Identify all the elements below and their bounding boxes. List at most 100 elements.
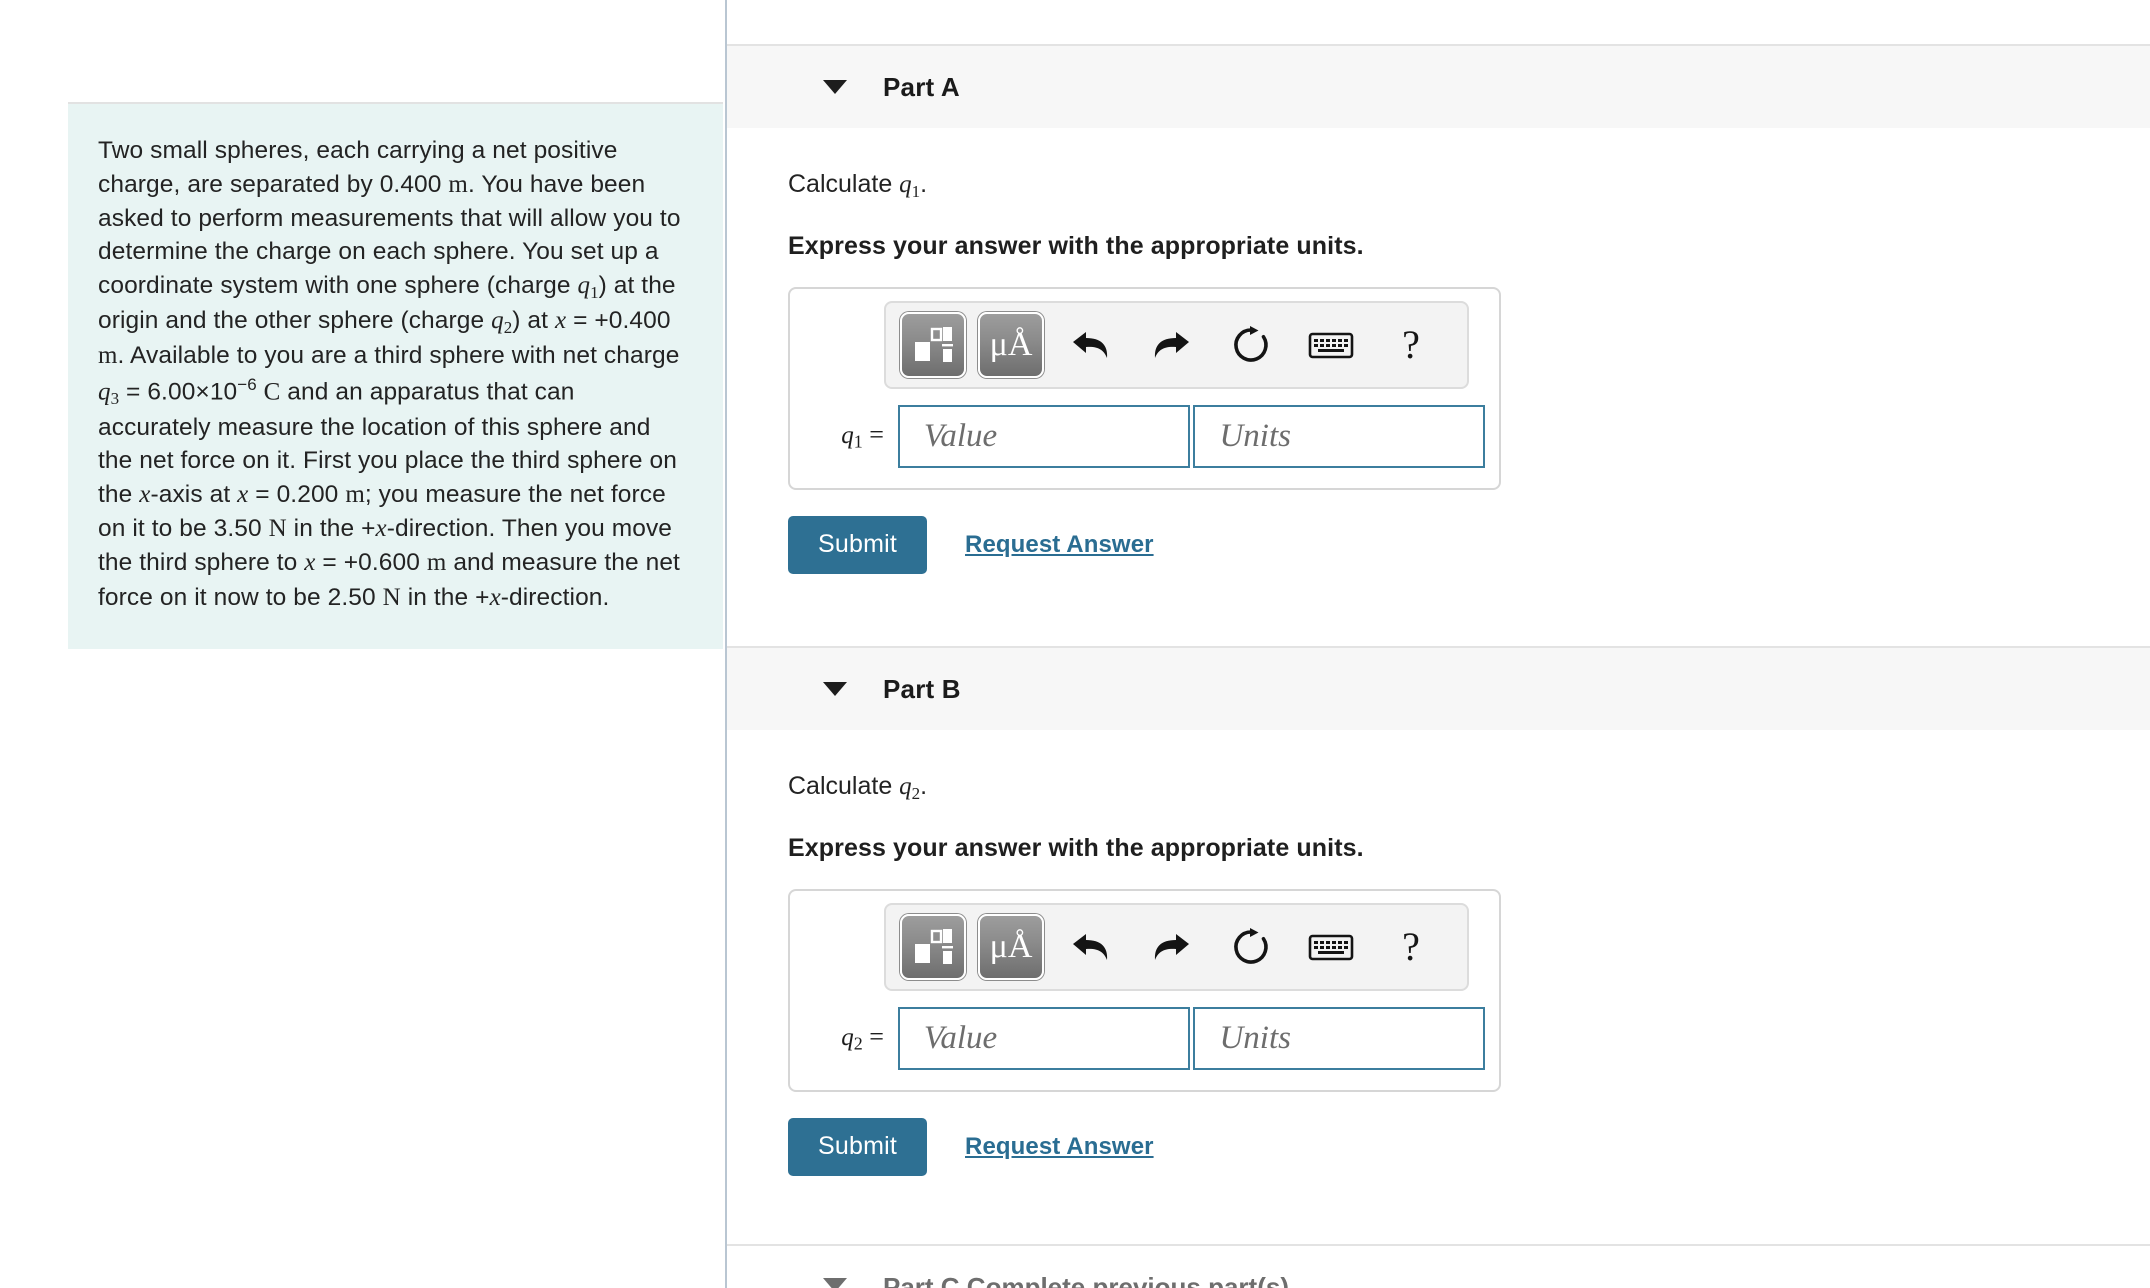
part-a-prompt-prefix: Calculate	[788, 170, 900, 198]
chevron-down-icon[interactable]	[823, 682, 847, 696]
undo-button[interactable]	[1056, 312, 1126, 378]
template-layout-icon	[915, 928, 953, 964]
problem-statement-card: Two small spheres, each carrying a net p…	[68, 102, 723, 649]
part-b-variable-label: q2 =	[822, 1022, 884, 1055]
help-question-mark-label: ?	[1402, 923, 1420, 969]
template-layout-button[interactable]	[900, 311, 966, 378]
parts-column: Part A Calculate q1. Express your answer…	[727, 0, 2150, 1288]
part-a-value-placeholder: Value	[923, 417, 998, 454]
part-a-units-input[interactable]: Units	[1193, 404, 1485, 468]
units-mu-angstrom-label: μÅ	[989, 927, 1033, 965]
chevron-down-icon[interactable]	[823, 80, 847, 94]
part-header-a[interactable]: Part A	[727, 44, 2150, 128]
problem-unit: N	[382, 583, 401, 611]
part-a-variable-label: q1 =	[822, 420, 884, 453]
part-title-c: Part C Complete previous part(s)	[883, 1272, 1289, 1288]
problem-variable: x	[304, 549, 316, 577]
chevron-down-icon[interactable]	[823, 1278, 847, 1288]
part-a-value-input[interactable]: Value	[897, 404, 1191, 468]
help-button[interactable]: ?	[1376, 914, 1446, 980]
units-mu-angstrom-button[interactable]: μÅ	[978, 311, 1044, 378]
part-b-request-answer-link[interactable]: Request Answer	[965, 1133, 1154, 1161]
help-button[interactable]: ?	[1376, 312, 1446, 378]
part-b-units-placeholder: Units	[1219, 1019, 1291, 1056]
part-b-prompt: Calculate q2.	[788, 772, 2150, 804]
problem-variable-subscript: 2	[503, 317, 513, 337]
problem-unit: m	[426, 549, 447, 577]
part-b-instruction: Express your answer with the appropriate…	[788, 833, 1364, 862]
problem-variable: q	[577, 271, 591, 299]
redo-icon	[1154, 933, 1189, 960]
redo-button[interactable]	[1136, 312, 1206, 378]
part-a-math-toolbar: μÅ ?	[884, 300, 1469, 389]
keyboard-button[interactable]	[1296, 914, 1366, 980]
part-a-prompt: Calculate q1.	[788, 170, 2150, 202]
part-a-variable-symbol: q	[841, 422, 854, 449]
problem-statement-column: Two small spheres, each carrying a net p…	[0, 0, 727, 1288]
problem-unit: m	[98, 342, 118, 369]
undo-icon	[1073, 331, 1108, 358]
part-a-submit-button[interactable]: Submit	[788, 515, 928, 574]
part-b-prompt-prefix: Calculate	[788, 772, 900, 800]
problem-exponent: −6	[237, 375, 257, 395]
part-a-prompt-subscript: 1	[911, 181, 921, 201]
part-a-units-placeholder: Units	[1219, 417, 1291, 454]
part-b-value-placeholder: Value	[923, 1019, 998, 1056]
part-a-actions: Submit Request Answer	[788, 515, 2150, 574]
part-b-actions: Submit Request Answer	[788, 1117, 2150, 1176]
problem-variable: x	[375, 515, 387, 542]
part-title-b: Part B	[883, 673, 961, 704]
part-header-b[interactable]: Part B	[727, 646, 2150, 730]
refresh-icon	[1234, 927, 1268, 964]
problem-unit: m	[448, 170, 468, 198]
part-a-variable-subscript: 1	[853, 431, 863, 452]
part-a-prompt-suffix: .	[920, 170, 928, 198]
problem-statement-text: Two small spheres, each carrying a net p…	[98, 137, 681, 611]
page-root: Two small spheres, each carrying a net p…	[0, 0, 2150, 1288]
part-b-answer-box: μÅ ? q2 = Value Units	[788, 888, 1501, 1092]
refresh-icon	[1234, 325, 1268, 362]
part-a-answer-box: μÅ ? q1 = Value Units	[788, 286, 1501, 490]
reset-button[interactable]	[1216, 914, 1286, 980]
problem-variable: x	[237, 480, 249, 508]
part-b-prompt-suffix: .	[920, 772, 928, 800]
part-b-input-row: q2 = Value Units	[822, 1006, 1485, 1070]
part-b-units-input[interactable]: Units	[1193, 1006, 1485, 1070]
reset-button[interactable]	[1216, 312, 1286, 378]
template-layout-button[interactable]	[900, 913, 966, 980]
part-b-variable-symbol: q	[841, 1024, 854, 1051]
part-b-value-input[interactable]: Value	[897, 1006, 1191, 1070]
problem-variable-subscript: 3	[110, 389, 120, 409]
part-b-prompt-variable: q	[899, 773, 912, 800]
part-title-a: Part A	[883, 71, 960, 102]
part-a-instruction: Express your answer with the appropriate…	[788, 231, 1364, 260]
problem-variable: q	[98, 378, 111, 406]
problem-variable: x	[554, 306, 567, 334]
section-divider	[727, 1244, 2150, 1246]
part-body-b: Calculate q2. Express your answer with t…	[727, 772, 2150, 1176]
redo-button[interactable]	[1136, 914, 1206, 980]
part-a-request-answer-link[interactable]: Request Answer	[965, 531, 1154, 559]
undo-icon	[1073, 933, 1108, 960]
redo-icon	[1154, 331, 1189, 358]
problem-variable: q	[491, 306, 504, 334]
part-b-math-toolbar: μÅ ?	[884, 902, 1469, 991]
problem-unit: m	[345, 480, 365, 508]
units-mu-angstrom-label: μÅ	[989, 325, 1033, 363]
part-a-input-row: q1 = Value Units	[822, 404, 1485, 468]
part-b-submit-button[interactable]: Submit	[788, 1117, 928, 1176]
part-b-prompt-subscript: 2	[911, 783, 921, 803]
part-a-prompt-variable: q	[899, 171, 912, 198]
problem-unit: N	[268, 515, 287, 542]
keyboard-button[interactable]	[1296, 312, 1366, 378]
keyboard-icon	[1308, 332, 1354, 359]
problem-unit: C	[263, 378, 281, 406]
part-b-variable-subscript: 2	[853, 1033, 863, 1054]
units-mu-angstrom-button[interactable]: μÅ	[978, 913, 1044, 980]
keyboard-icon	[1308, 934, 1354, 961]
problem-variable: x	[139, 480, 151, 508]
problem-variable-subscript: 1	[590, 282, 599, 302]
part-body-a: Calculate q1. Express your answer with t…	[727, 170, 2150, 574]
undo-button[interactable]	[1056, 914, 1126, 980]
part-header-c[interactable]: Part C Complete previous part(s)	[727, 1272, 2150, 1288]
